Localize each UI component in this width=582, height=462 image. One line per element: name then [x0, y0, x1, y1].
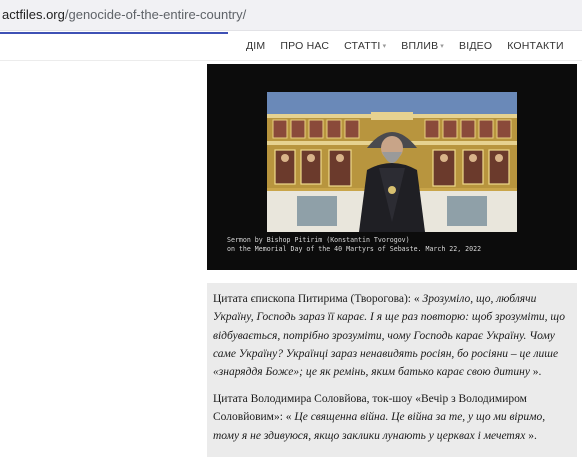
nav-item-label: ВІДЕО	[459, 40, 493, 52]
caption-line-2: on the Memorial Day of the 40 Martyrs of…	[227, 245, 482, 253]
quote-intro: Цитата єпископа Питирима (Творогова): «	[213, 293, 423, 305]
iconostasis-image	[267, 92, 517, 232]
quote-bishop: Цитата єпископа Питирима (Творогова): « …	[213, 290, 573, 381]
nav-divider	[0, 60, 582, 61]
main-nav: ДІМ ПРО НАС СТАТТІ ▾ ВПЛИВ ▾ ВІДЕО КОНТАКТ…	[246, 38, 579, 54]
nav-item-label: ДІМ	[246, 40, 266, 52]
quote-outro: ».	[529, 366, 542, 379]
nav-item-contacts[interactable]: КОНТАКТИ	[507, 40, 564, 52]
nav-item-label: ПРО НАС	[280, 40, 330, 52]
quote-block: Цитата єпископа Питирима (Творогова): « …	[207, 283, 577, 457]
nav-item-home[interactable]: ДІМ	[246, 40, 265, 52]
video-frame	[267, 92, 517, 232]
chevron-down-icon: ▾	[440, 43, 444, 50]
url-text[interactable]: actfiles.org/genocide-of-the-entire-coun…	[2, 7, 246, 22]
quote-text: Зрозуміло, що, люблячи Україну, Господь …	[213, 293, 565, 379]
url-domain: actfiles.org	[2, 7, 65, 22]
nav-item-label: КОНТАКТИ	[507, 40, 564, 52]
nav-item-video[interactable]: ВІДЕО	[459, 40, 492, 52]
nav-item-about[interactable]: ПРО НАС	[280, 40, 329, 52]
video-caption: Sermon by Bishop Pitirim (Konstantin Tvo…	[227, 236, 481, 254]
page-load-progress	[0, 32, 228, 34]
quote-solovyov: Цитата Володимира Соловйова, ток-шоу «Ве…	[213, 390, 573, 445]
nav-item-label: СТАТТІ	[344, 40, 381, 52]
address-bar[interactable]: actfiles.org/genocide-of-the-entire-coun…	[0, 0, 582, 31]
chevron-down-icon: ▾	[382, 43, 387, 50]
nav-item-label: ВПЛИВ	[401, 40, 439, 52]
nav-item-articles[interactable]: СТАТТІ ▾	[344, 40, 386, 52]
caption-line-1: Sermon by Bishop Pitirim (Konstantin Tvo…	[227, 236, 410, 244]
video-player[interactable]: Sermon by Bishop Pitirim (Konstantin Tvo…	[207, 64, 577, 270]
nav-item-influence[interactable]: ВПЛИВ ▾	[401, 40, 444, 52]
quote-outro: ».	[525, 429, 537, 442]
url-path: /genocide-of-the-entire-country/	[64, 7, 247, 22]
